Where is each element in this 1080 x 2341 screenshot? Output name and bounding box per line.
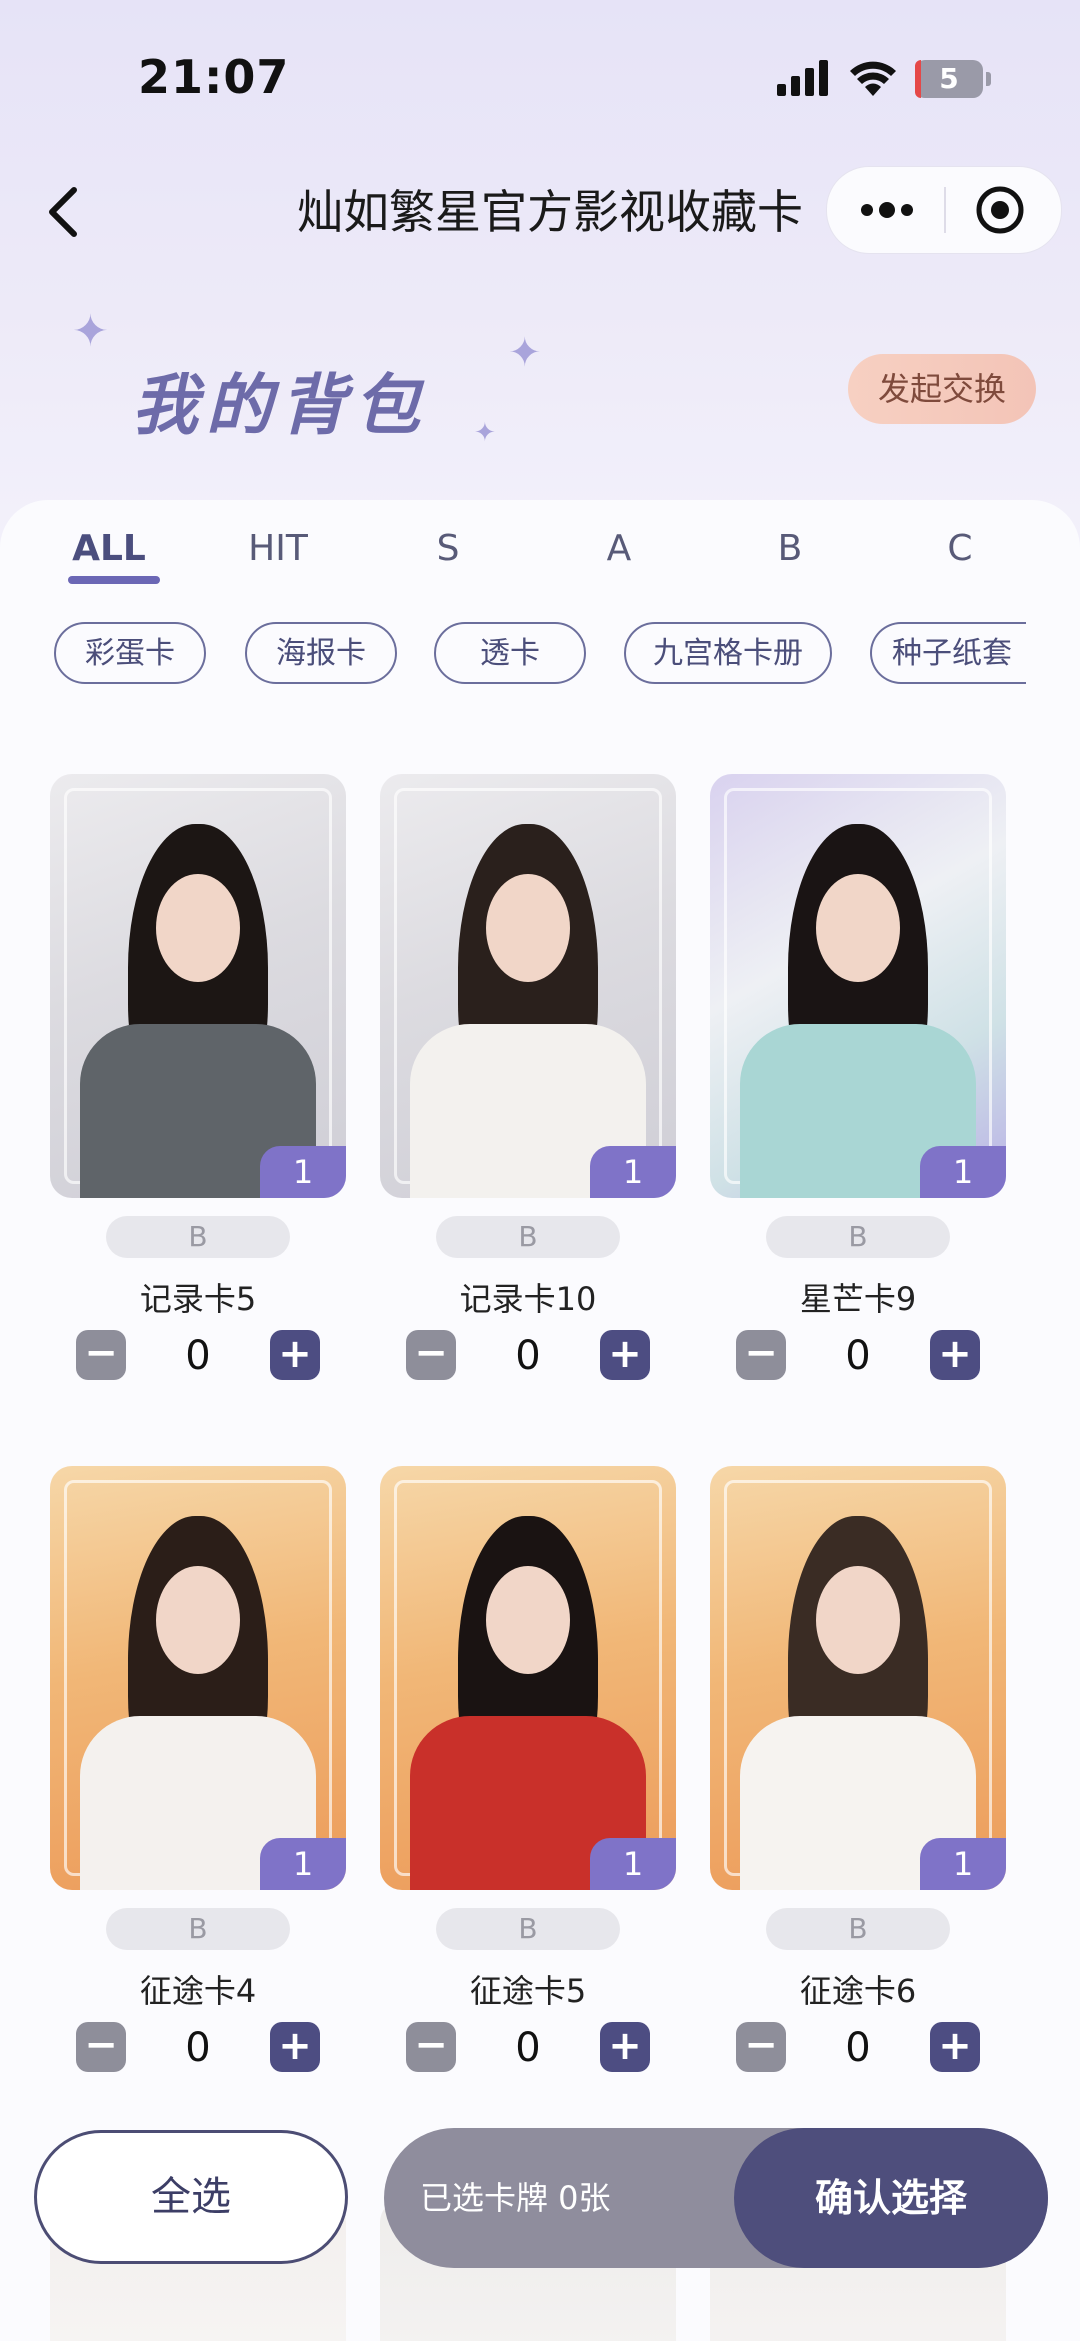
- portrait-face: [156, 1566, 240, 1674]
- selected-quantity: 0: [845, 2025, 871, 2071]
- minus-icon[interactable]: −: [406, 2022, 456, 2072]
- card-name: 征途卡6: [799, 1972, 917, 2010]
- more-dots-icon[interactable]: [857, 197, 917, 223]
- back-arrow-icon[interactable]: [40, 180, 90, 244]
- card-name: 征途卡5: [469, 1972, 587, 2010]
- selected-quantity: 0: [845, 1333, 871, 1379]
- selection-summary-bar: 已选卡牌 0张 确认选择: [384, 2128, 1048, 2268]
- quantity-stepper: − 0 +: [406, 1330, 650, 1384]
- rarity-badge: B: [106, 1216, 290, 1258]
- select-all-button[interactable]: 全选: [34, 2130, 348, 2264]
- owned-count-badge: 1: [920, 1838, 1006, 1890]
- capsule-divider: [944, 187, 946, 233]
- card-thumbnail[interactable]: 1: [380, 774, 676, 1198]
- filter-chip[interactable]: 九宫格卡册: [624, 622, 832, 684]
- confirm-selection-button[interactable]: 确认选择: [734, 2128, 1048, 2268]
- card-thumbnail[interactable]: 1: [710, 774, 1006, 1198]
- portrait-face: [816, 1566, 900, 1674]
- miniprogram-capsule: [826, 166, 1062, 254]
- tab-c[interactable]: C: [905, 528, 1015, 569]
- card-thumbnail[interactable]: 1: [50, 1466, 346, 1890]
- minus-icon[interactable]: −: [736, 1330, 786, 1380]
- owned-count-badge: 1: [590, 1838, 676, 1890]
- portrait-face: [486, 1566, 570, 1674]
- status-bar: 21:07 5: [0, 0, 1080, 150]
- start-exchange-button[interactable]: 发起交换: [848, 354, 1036, 424]
- quantity-stepper: − 0 +: [76, 1330, 320, 1384]
- tab-s[interactable]: S: [393, 528, 503, 569]
- target-icon[interactable]: [975, 185, 1025, 235]
- rarity-badge: B: [766, 1216, 950, 1258]
- active-tab-indicator: [68, 576, 160, 584]
- minus-icon[interactable]: −: [406, 1330, 456, 1380]
- owned-count-badge: 1: [260, 1146, 346, 1198]
- rarity-badge: B: [766, 1908, 950, 1950]
- minus-icon[interactable]: −: [736, 2022, 786, 2072]
- signal-icon: [777, 60, 828, 96]
- sparkle-icon: ✦: [474, 418, 496, 448]
- plus-icon[interactable]: +: [270, 2022, 320, 2072]
- tab-hit[interactable]: HIT: [223, 528, 333, 569]
- plus-icon[interactable]: +: [600, 1330, 650, 1380]
- quantity-stepper: − 0 +: [76, 2022, 320, 2076]
- backpack-heading: 我的背包: [132, 367, 428, 444]
- tab-b[interactable]: B: [735, 528, 845, 569]
- plus-icon[interactable]: +: [270, 1330, 320, 1380]
- selected-count: 已选卡牌 0张: [420, 2179, 611, 2217]
- card-thumbnail[interactable]: 1: [380, 1466, 676, 1890]
- filter-chip[interactable]: 彩蛋卡: [54, 622, 206, 684]
- page-title: 灿如繁星官方影视收藏卡: [297, 185, 803, 239]
- wifi-icon: [850, 61, 896, 96]
- tab-a[interactable]: A: [564, 528, 674, 569]
- card-name: 星芒卡9: [799, 1280, 917, 1318]
- selected-quantity: 0: [515, 1333, 541, 1379]
- card-name: 征途卡4: [139, 1972, 257, 2010]
- plus-icon[interactable]: +: [600, 2022, 650, 2072]
- minus-icon[interactable]: −: [76, 2022, 126, 2072]
- card-thumbnail[interactable]: 1: [50, 774, 346, 1198]
- plus-icon[interactable]: +: [930, 2022, 980, 2072]
- card-name: 记录卡5: [139, 1280, 257, 1318]
- portrait-face: [156, 874, 240, 982]
- sparkle-icon: ✦: [72, 306, 109, 357]
- portrait-face: [486, 874, 570, 982]
- owned-count-badge: 1: [590, 1146, 676, 1198]
- filter-chip[interactable]: 透卡: [434, 622, 586, 684]
- rarity-badge: B: [436, 1908, 620, 1950]
- selected-quantity: 0: [185, 2025, 211, 2071]
- tab-all[interactable]: ALL: [54, 528, 164, 569]
- quantity-stepper: − 0 +: [406, 2022, 650, 2076]
- owned-count-badge: 1: [260, 1838, 346, 1890]
- portrait-face: [816, 874, 900, 982]
- battery-indicator: 5: [915, 60, 991, 98]
- rarity-badge: B: [106, 1908, 290, 1950]
- owned-count-badge: 1: [920, 1146, 1006, 1198]
- quantity-stepper: − 0 +: [736, 2022, 980, 2076]
- minus-icon[interactable]: −: [76, 1330, 126, 1380]
- filter-chip[interactable]: 种子纸套: [870, 622, 1026, 684]
- sparkle-icon: ✦: [508, 330, 542, 376]
- quantity-stepper: − 0 +: [736, 1330, 980, 1384]
- card-name: 记录卡10: [459, 1280, 597, 1318]
- selected-quantity: 0: [515, 2025, 541, 2071]
- status-time: 21:07: [138, 50, 290, 104]
- filter-chip[interactable]: 海报卡: [245, 622, 397, 684]
- card-thumbnail[interactable]: 1: [710, 1466, 1006, 1890]
- rarity-badge: B: [436, 1216, 620, 1258]
- plus-icon[interactable]: +: [930, 1330, 980, 1380]
- selected-quantity: 0: [185, 1333, 211, 1379]
